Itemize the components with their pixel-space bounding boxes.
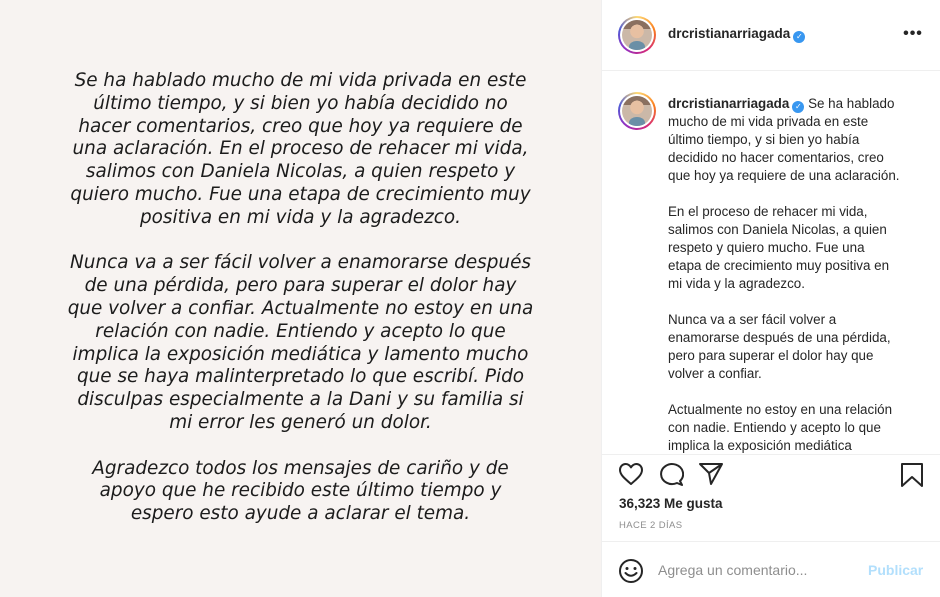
profile-photo: [622, 96, 652, 126]
caption-paragraph-2: En el proceso de rehacer mi vida, salimo…: [668, 203, 920, 293]
bookmark-icon[interactable]: [900, 462, 924, 493]
post-image-text: Se ha hablado mucho de mi vida privada e…: [30, 70, 571, 549]
caption-line: último tiempo, y si bien yo había: [668, 132, 860, 147]
emoji-icon[interactable]: [618, 558, 644, 589]
likes-count[interactable]: 36,323 Me gusta: [619, 496, 723, 511]
comment-icon[interactable]: [658, 462, 685, 491]
post-line: hacer comentarios, creo que hoy ya requi…: [78, 115, 523, 137]
post-header: drcristianarriagada ✓ •••: [602, 0, 940, 71]
heart-icon[interactable]: [618, 462, 644, 491]
caption-paragraph-4: Actualmente no estoy en una relación con…: [668, 401, 920, 454]
post-paragraph-3: Agradezco todos los mensajes de cariño y…: [30, 458, 571, 526]
post-timestamp[interactable]: HACE 2 DÍAS: [619, 520, 683, 531]
caption-line: Se ha hablado: [808, 96, 895, 111]
share-icon[interactable]: [698, 462, 724, 491]
caption-line: salimos con Daniela Nicolas, a quien: [668, 222, 887, 237]
post-image[interactable]: Se ha hablado mucho de mi vida privada e…: [0, 0, 601, 597]
caption-line: pero para superar el dolor hay que: [668, 348, 874, 363]
post-line: espero esto ayude a aclarar el tema.: [130, 503, 471, 525]
post-line: Nunca va a ser fácil volver a enamorarse…: [70, 252, 531, 274]
profile-photo: [622, 20, 652, 50]
caption-line: mucho de mi vida privada en este: [668, 114, 869, 129]
caption-line: etapa de crecimiento muy positiva en: [668, 258, 890, 273]
post-paragraph-2: Nunca va a ser fácil volver a enamorarse…: [30, 252, 571, 434]
caption-line: En el proceso de rehacer mi vida,: [668, 204, 868, 219]
post-side-panel: drcristianarriagada ✓ ••• drcristianarria…: [601, 0, 940, 597]
header-username[interactable]: drcristianarriagada: [668, 26, 790, 41]
header-username-link[interactable]: drcristianarriagada ✓: [668, 26, 806, 43]
caption-paragraph-1: drcristianarriagada ✓ Se ha hablado mucho…: [668, 95, 920, 185]
post-line: apoyo que he recibido este último tiempo…: [99, 480, 502, 502]
caption-line: volver a confiar.: [668, 366, 762, 381]
post-line: mi error les generó un dolor.: [169, 411, 432, 433]
verified-badge-icon: ✓: [792, 101, 805, 113]
comment-form: Publicar: [602, 541, 940, 597]
caption-username-link[interactable]: drcristianarriagada: [668, 96, 789, 111]
comment-input[interactable]: [658, 560, 858, 580]
post-paragraph-1: Se ha hablado mucho de mi vida privada e…: [30, 70, 571, 230]
post-line: quiero mucho. Fue una etapa de crecimien…: [70, 183, 531, 205]
caption-line: que hoy ya requiere de una aclaración.: [668, 168, 900, 183]
post-line: último tiempo, y si bien yo había decidi…: [93, 92, 508, 114]
caption-line: implica la exposición mediática: [668, 438, 852, 453]
caption-line: Actualmente no estoy en una relación: [668, 402, 893, 417]
post-line: que se haya malinterpretado lo que escri…: [76, 366, 525, 388]
post-line: relación con nadie. Entiendo y acepto lo…: [95, 320, 506, 342]
caption-line: enamorarse después de una pérdida,: [668, 330, 891, 345]
post-line: Agradezco todos los mensajes de cariño y…: [92, 457, 509, 479]
verified-badge-icon: ✓: [793, 31, 806, 43]
post-line: de una pérdida, pero para superar el dol…: [84, 275, 517, 297]
post-actions: 36,323 Me gusta HACE 2 DÍAS: [602, 454, 940, 539]
header-avatar[interactable]: [618, 16, 656, 54]
post-line: disculpas especialmente a la Dani y su f…: [77, 389, 524, 411]
caption-avatar[interactable]: [618, 92, 656, 130]
post-line: Se ha hablado mucho de mi vida privada e…: [74, 70, 527, 91]
caption-line: con nadie. Entiendo y acepto lo que: [668, 420, 881, 435]
caption-line: decidido no hacer comentarios, creo: [668, 150, 884, 165]
caption-scroll-area[interactable]: drcristianarriagada ✓ Se ha hablado mucho…: [602, 72, 940, 454]
post-line: positiva en mi vida y la agradezco.: [140, 206, 461, 228]
caption-paragraph-3: Nunca va a ser fácil volver a enamorarse…: [668, 311, 920, 383]
post-line: que volver a confiar. Actualmente no est…: [67, 297, 534, 319]
caption-line: respeto y quiero mucho. Fue una: [668, 240, 865, 255]
publish-button[interactable]: Publicar: [868, 562, 923, 578]
caption-text: drcristianarriagada ✓ Se ha hablado mucho…: [668, 95, 920, 454]
post-line: una aclaración. En el proceso de rehacer…: [72, 138, 529, 160]
post-line: salimos con Daniela Nicolas, a quien res…: [85, 161, 516, 183]
caption-line: mi vida y la agradezco.: [668, 276, 805, 291]
post-line: implica la exposición mediática y lament…: [72, 343, 529, 365]
caption-line: Nunca va a ser fácil volver a: [668, 312, 837, 327]
more-options-button[interactable]: •••: [902, 22, 924, 46]
